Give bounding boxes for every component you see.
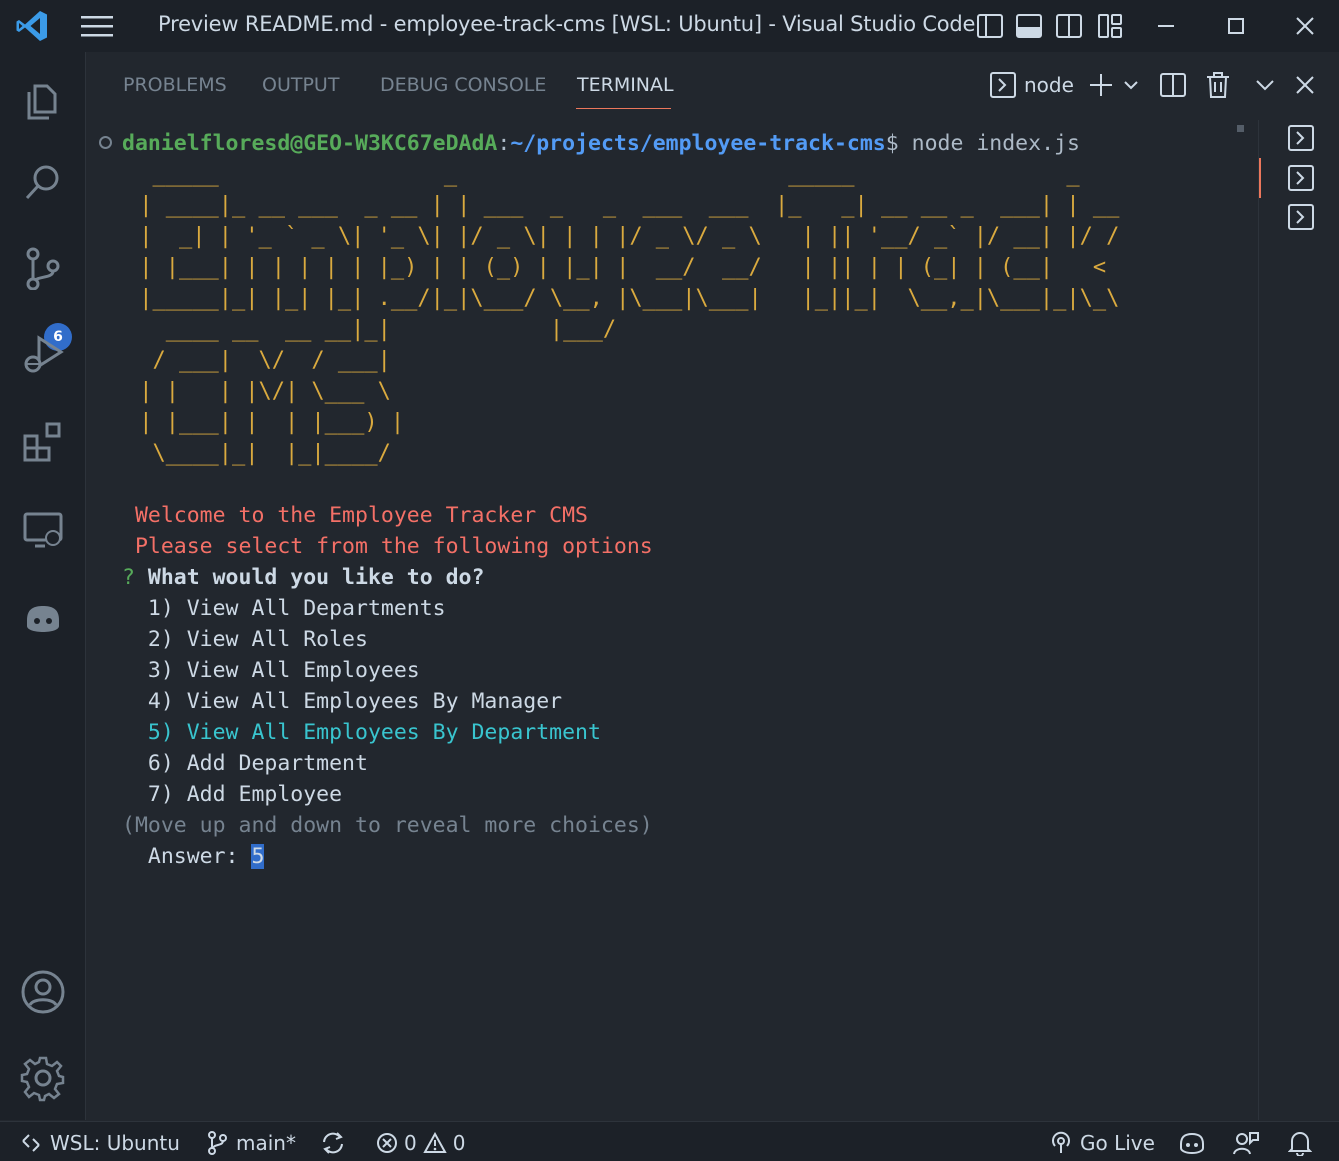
error-icon bbox=[377, 1133, 397, 1153]
accounts-icon[interactable] bbox=[17, 966, 69, 1018]
select-prompt-text: Please select from the following options bbox=[122, 534, 653, 559]
ascii-art-line: | ____|_ __ ___ _ __ | | ___ _ _ ___ ___… bbox=[126, 193, 1120, 218]
remote-explorer-icon[interactable] bbox=[17, 504, 69, 556]
go-live-label: Go Live bbox=[1080, 1131, 1155, 1155]
trash-icon[interactable] bbox=[1204, 66, 1232, 104]
question-text: What would you like to do? bbox=[134, 565, 485, 590]
choice-item[interactable]: 3) View All Employees bbox=[122, 655, 420, 686]
split-terminal-icon[interactable] bbox=[1158, 66, 1188, 104]
minimize-icon[interactable] bbox=[1150, 10, 1182, 42]
prompt-user-host: danielfloresd@GEO-W3KC67eDAdA bbox=[122, 131, 498, 156]
toggle-primary-sidebar-icon[interactable] bbox=[974, 10, 1006, 42]
remote-label: WSL: Ubuntu bbox=[50, 1131, 180, 1155]
active-tab-indicator bbox=[576, 108, 671, 109]
customize-layout-icon[interactable] bbox=[1094, 10, 1126, 42]
broadcast-icon bbox=[1052, 1131, 1070, 1153]
branch-icon bbox=[208, 1131, 227, 1155]
branch-indicator[interactable]: main* bbox=[206, 1129, 296, 1157]
status-bar: WSL: Ubuntu main* 0 0 Go Live bbox=[0, 1121, 1339, 1161]
terminal-tab-1-icon[interactable] bbox=[1287, 124, 1315, 152]
settings-gear-icon[interactable] bbox=[17, 1052, 69, 1104]
question-line: ? What would you like to do? bbox=[122, 562, 484, 593]
ascii-art-line: | | | |\/| \___ \ bbox=[126, 379, 1133, 404]
tab-terminal[interactable]: TERMINAL bbox=[577, 74, 674, 96]
problems-indicator[interactable]: 0 0 bbox=[376, 1129, 465, 1157]
notifications-bell-icon[interactable] bbox=[1288, 1129, 1312, 1157]
ascii-art-line: _____ _ _____ _ bbox=[126, 162, 1133, 187]
terminal-output[interactable]: danielfloresd@GEO-W3KC67eDAdA:~/projects… bbox=[87, 120, 1255, 1120]
feedback-icon[interactable] bbox=[1232, 1129, 1260, 1157]
run-debug-icon[interactable] bbox=[17, 328, 69, 380]
copilot-icon[interactable] bbox=[17, 592, 69, 644]
choice-item[interactable]: 4) View All Employees By Manager bbox=[122, 686, 562, 717]
choice-item[interactable]: 7) Add Employee bbox=[122, 779, 342, 810]
branch-label: main* bbox=[236, 1131, 296, 1155]
ascii-art-line: |_____|_| |_| |_| .__/|_|\___/ \__, |\__… bbox=[126, 286, 1120, 311]
prompt-colon: : bbox=[497, 131, 511, 156]
toggle-panel-icon[interactable] bbox=[1013, 10, 1045, 42]
ascii-art-line: \____|_| |_|____/ bbox=[126, 441, 1133, 466]
question-mark: ? bbox=[122, 565, 135, 590]
go-live-button[interactable]: Go Live bbox=[1050, 1129, 1155, 1157]
terminal-tabs-list bbox=[1258, 120, 1339, 1120]
explorer-icon[interactable] bbox=[17, 72, 69, 124]
choice-item[interactable]: 1) View All Departments bbox=[122, 593, 446, 624]
tab-output[interactable]: OUTPUT bbox=[262, 74, 339, 96]
error-count: 0 bbox=[404, 1131, 417, 1155]
prompt-path: ~/projects/employee-track-cms bbox=[510, 131, 886, 156]
active-terminal-indicator bbox=[1259, 158, 1261, 198]
sync-icon[interactable] bbox=[320, 1129, 346, 1157]
title-bar: Preview README.md - employee-track-cms [… bbox=[0, 0, 1339, 52]
tab-problems[interactable]: PROBLEMS bbox=[123, 74, 227, 96]
welcome-text: Welcome to the Employee Tracker CMS bbox=[122, 503, 588, 528]
chevron-down-icon[interactable] bbox=[1120, 66, 1142, 104]
answer-input[interactable]: 5 bbox=[251, 844, 265, 869]
ascii-art-line: | |___| | | | | | |_) | | (_) | |_| | __… bbox=[126, 255, 1120, 280]
choice-item[interactable]: 5) View All Employees By Department bbox=[122, 717, 601, 748]
new-terminal-icon[interactable] bbox=[1086, 66, 1116, 104]
choice-item[interactable]: 6) Add Department bbox=[122, 748, 368, 779]
remote-indicator[interactable]: WSL: Ubuntu bbox=[20, 1129, 180, 1157]
choice-item[interactable]: 2) View All Roles bbox=[122, 624, 368, 655]
answer-line[interactable]: Answer: 5 bbox=[122, 841, 265, 872]
ascii-art-line: | _| | '_ ` _ \| '_ \| |/ _ \| | | |/ _ … bbox=[126, 224, 1120, 249]
warning-count: 0 bbox=[452, 1131, 466, 1155]
tab-debug-console[interactable]: DEBUG CONSOLE bbox=[380, 74, 546, 96]
ascii-art-line: | |___| | | |___) | bbox=[126, 410, 1133, 435]
terminal-tab-2-icon[interactable] bbox=[1287, 164, 1315, 192]
window-title: Preview README.md - employee-track-cms [… bbox=[158, 12, 976, 36]
ascii-art-line: / ___| \/ / ___| bbox=[126, 348, 1133, 373]
ascii-art-line: ____ __ __ __|_| |___/ bbox=[126, 317, 1133, 342]
close-panel-icon[interactable] bbox=[1292, 66, 1318, 104]
menu-icon[interactable] bbox=[78, 12, 116, 40]
warning-icon bbox=[423, 1132, 447, 1153]
answer-label: Answer: bbox=[122, 844, 252, 869]
extensions-icon[interactable] bbox=[17, 416, 69, 468]
command-decoration-icon[interactable] bbox=[99, 136, 112, 149]
toggle-secondary-sidebar-icon[interactable] bbox=[1053, 10, 1085, 42]
terminal-name[interactable]: node bbox=[1024, 73, 1074, 97]
search-icon[interactable] bbox=[17, 156, 69, 208]
close-window-icon[interactable] bbox=[1289, 10, 1321, 42]
maximize-icon[interactable] bbox=[1220, 10, 1252, 42]
prompt-line: danielfloresd@GEO-W3KC67eDAdA:~/projects… bbox=[122, 128, 1080, 159]
remote-icon bbox=[22, 1134, 40, 1152]
terminal-tab-3-icon[interactable] bbox=[1287, 203, 1315, 231]
prompt-command: node index.js bbox=[898, 131, 1080, 156]
source-control-icon[interactable] bbox=[17, 242, 69, 294]
hint-text: (Move up and down to reveal more choices… bbox=[122, 813, 653, 838]
prompt-symbol: $ bbox=[885, 131, 899, 156]
maximize-panel-icon[interactable] bbox=[1252, 66, 1278, 104]
terminal-icon bbox=[988, 66, 1018, 104]
activity-bar: 6 bbox=[0, 52, 86, 1120]
vscode-logo-icon bbox=[16, 11, 47, 41]
scrollbar-marker bbox=[1237, 125, 1244, 132]
copilot-status-icon[interactable] bbox=[1178, 1129, 1206, 1157]
